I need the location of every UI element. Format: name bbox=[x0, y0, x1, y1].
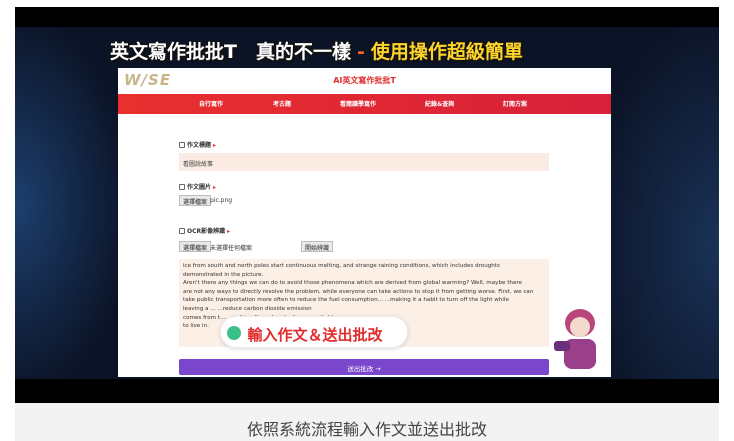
essay-image-label-text: 作文圖片 bbox=[187, 184, 212, 191]
app-screenshot: W/SE AI英文寫作批批T 自行寫作 考古題 看閱讀學寫作 紀錄&查詢 訂閱方… bbox=[118, 68, 611, 377]
essay-title-label-text: 作文標題 bbox=[187, 142, 212, 149]
essay-line: take public transportation more often to… bbox=[183, 297, 509, 304]
ocr-label-text: OCR影像辨識 bbox=[187, 228, 226, 235]
video-letterbox-top bbox=[15, 7, 719, 27]
ocr-file-status: 未選擇任何檔案 bbox=[210, 245, 253, 252]
video-player[interactable]: 英文寫作批批T 真的不一樣 - 使用操作超級簡單 W/SE AI英文寫作批批T 自行… bbox=[15, 7, 719, 403]
content-frame: 英文寫作批批T 真的不一樣 - 使用操作超級簡單 W/SE AI英文寫作批批T 自行… bbox=[0, 0, 734, 441]
essay-image-label: 作文圖片 ▸ bbox=[179, 182, 216, 191]
image-caption: 依照系統流程輸入作文並送出批改 bbox=[246, 420, 487, 439]
scan-icon bbox=[179, 228, 185, 234]
nav-item-plans[interactable]: 訂閱方案 bbox=[503, 99, 527, 108]
video-banner: 英文寫作批批T 真的不一樣 - 使用操作超級簡單 bbox=[110, 37, 523, 64]
banner-separator: - bbox=[356, 41, 365, 63]
overlay-callout: 輸入作文＆送出批改 bbox=[220, 316, 408, 348]
essay-line: ice from south and north poles start con… bbox=[183, 263, 500, 269]
triangle-right-icon: ▸ bbox=[227, 228, 231, 235]
essay-line: are not any ways to directly resolve the… bbox=[183, 288, 534, 295]
triangle-right-icon: ▸ bbox=[213, 142, 217, 149]
nav-item-reading-writing[interactable]: 看閱讀學寫作 bbox=[340, 99, 376, 108]
app-header: W/SE AI英文寫作批批T bbox=[118, 68, 611, 94]
cartoon-character-icon bbox=[554, 309, 596, 369]
overlay-callout-text: 輸入作文＆送出批改 bbox=[247, 326, 383, 344]
choose-ocr-file-button[interactable]: 選擇檔案 bbox=[179, 241, 212, 252]
video-letterbox-bottom bbox=[15, 379, 719, 403]
app-nav-bar: 自行寫作 考古題 看閱讀學寫作 紀錄&查詢 訂閱方案 bbox=[118, 94, 611, 114]
choose-image-button[interactable]: 選擇檔案 bbox=[179, 195, 212, 206]
triangle-right-icon: ▸ bbox=[213, 184, 217, 191]
ocr-label: OCR影像辨識 ▸ bbox=[179, 226, 230, 235]
nav-item-self-writing[interactable]: 自行寫作 bbox=[199, 99, 223, 108]
essay-line: leaving a ... ...reduce carbon dioxide e… bbox=[183, 305, 312, 312]
start-ocr-button[interactable]: 開始辨識 bbox=[301, 241, 334, 252]
submit-button[interactable]: 送出批改 → bbox=[179, 359, 549, 375]
submit-button-label: 送出批改 → bbox=[347, 365, 381, 373]
essay-line: Aren't there any things we can do to avo… bbox=[183, 280, 523, 287]
app-title: AI英文寫作批批T bbox=[333, 76, 396, 85]
image-icon bbox=[179, 184, 185, 190]
banner-right-text: 使用操作超級簡單 bbox=[370, 41, 523, 63]
nav-item-records[interactable]: 紀錄&查詢 bbox=[425, 99, 454, 108]
essay-title-label: 作文標題 ▸ bbox=[179, 140, 216, 149]
document-icon bbox=[179, 142, 185, 148]
essay-title-field[interactable]: 看圖說故事 bbox=[179, 153, 549, 171]
essay-line: demonstrated in the picture. bbox=[183, 271, 264, 278]
nav-item-past-exams[interactable]: 考古題 bbox=[273, 99, 291, 108]
banner-left-text: 英文寫作批批T 真的不一樣 bbox=[110, 41, 351, 63]
essay-title-value: 看圖說故事 bbox=[183, 161, 214, 168]
image-file-name: pic.png bbox=[210, 197, 233, 204]
video-background-glow-left bbox=[15, 7, 135, 403]
